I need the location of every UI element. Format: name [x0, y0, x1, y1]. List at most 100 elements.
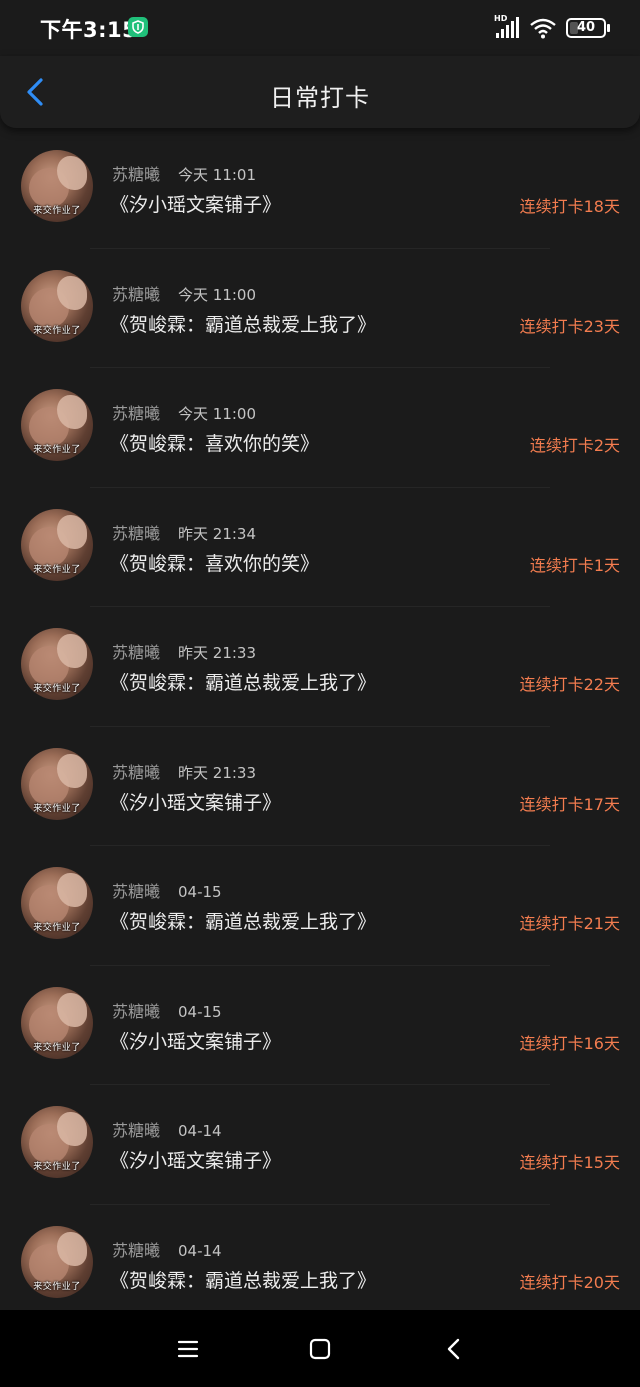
list-item[interactable]: 来交作业了 苏糖曦 今天 11:01 《汐小瑶文案铺子》 连续打卡18天 — [0, 128, 640, 248]
user-name[interactable]: 苏糖曦 — [112, 763, 160, 782]
list-item[interactable]: 来交作业了 苏糖曦 04-15 《贺峻霖：霸道总裁爱上我了》 连续打卡21天 — [0, 845, 640, 965]
checkin-time: 04-14 — [178, 1241, 222, 1260]
checkin-time: 今天 11:01 — [178, 166, 257, 184]
list-item[interactable]: 来交作业了 苏糖曦 今天 11:00 《贺峻霖：霸道总裁爱上我了》 连续打卡23天 — [0, 247, 640, 368]
item-meta: 苏糖曦 04-15 — [112, 998, 222, 1022]
checkin-list[interactable]: 来交作业了 苏糖曦 今天 11:01 《汐小瑶文案铺子》 连续打卡18天 来交作业… — [0, 128, 640, 1310]
avatar-caption: 来交作业了 — [33, 206, 81, 216]
checkin-time: 04-15 — [178, 883, 222, 901]
checkin-time: 04-14 — [178, 1122, 222, 1140]
streak-label: 连续打卡23天 — [519, 316, 620, 336]
item-meta: 苏糖曦 今天 11:01 — [112, 161, 256, 185]
streak-label: 连续打卡15天 — [519, 1153, 620, 1172]
avatar-caption: 来交作业了 — [33, 325, 81, 336]
avatar-caption: 来交作业了 — [33, 1281, 81, 1292]
list-item[interactable]: 来交作业了 苏糖曦 昨天 21:34 《贺峻霖：喜欢你的笑》 连续打卡1天 — [0, 486, 640, 607]
user-name[interactable]: 苏糖曦 — [112, 1002, 160, 1021]
status-bar: 下午3:15 HD 40 — [0, 0, 640, 56]
streak-label: 连续打卡20天 — [519, 1272, 620, 1292]
streak-label: 连续打卡21天 — [519, 914, 620, 933]
wifi-icon — [530, 17, 556, 39]
avatar-hand — [57, 992, 87, 1027]
avatar[interactable]: 来交作业了 — [21, 747, 93, 820]
checkin-time: 04-15 — [178, 1002, 222, 1021]
home-square-icon — [309, 1338, 331, 1360]
status-time: 下午3:15 — [40, 18, 138, 42]
avatar-caption: 来交作业了 — [33, 923, 81, 933]
item-meta: 苏糖曦 04-15 — [112, 878, 222, 902]
signal-icon: HD — [494, 14, 520, 39]
streak-label: 连续打卡2天 — [529, 436, 620, 455]
checkin-time: 昨天 21:33 — [178, 763, 257, 782]
avatar-hand — [57, 275, 87, 310]
checkin-time: 昨天 21:34 — [178, 524, 257, 543]
shield-icon — [128, 17, 148, 37]
item-meta: 苏糖曦 今天 11:00 — [112, 281, 256, 305]
avatar[interactable]: 来交作业了 — [21, 1225, 93, 1298]
item-meta: 苏糖曦 昨天 21:34 — [112, 520, 256, 544]
header-bar: 日常打卡 — [0, 56, 640, 128]
streak-label: 连续打卡17天 — [519, 794, 620, 814]
avatar[interactable]: 来交作业了 — [21, 150, 93, 222]
book-title[interactable]: 《贺峻霖：霸道总裁爱上我了》 — [110, 310, 376, 337]
item-meta: 苏糖曦 04-14 — [112, 1117, 222, 1141]
back-triangle-icon — [447, 1338, 460, 1360]
checkin-time: 今天 11:00 — [178, 405, 257, 423]
avatar[interactable]: 来交作业了 — [21, 269, 93, 342]
avatar-hand — [57, 1231, 87, 1266]
book-title[interactable]: 《贺峻霖：霸道总裁爱上我了》 — [110, 1266, 376, 1293]
avatar[interactable]: 来交作业了 — [21, 389, 93, 461]
avatar-caption: 来交作业了 — [33, 684, 81, 694]
nav-menu-button[interactable] — [175, 1336, 201, 1362]
user-name[interactable]: 苏糖曦 — [112, 1241, 160, 1260]
avatar[interactable]: 来交作业了 — [21, 508, 93, 581]
user-name[interactable]: 苏糖曦 — [112, 1121, 160, 1140]
book-title[interactable]: 《贺峻霖：喜欢你的笑》 — [110, 429, 319, 456]
book-title[interactable]: 《贺峻霖：喜欢你的笑》 — [110, 549, 319, 576]
book-title[interactable]: 《贺峻霖：霸道总裁爱上我了》 — [110, 907, 376, 934]
menu-icon — [177, 1340, 199, 1358]
list-item[interactable]: 来交作业了 苏糖曦 今天 11:00 《贺峻霖：喜欢你的笑》 连续打卡2天 — [0, 367, 640, 487]
battery-level: 40 — [576, 20, 596, 35]
list-item[interactable]: 来交作业了 苏糖曦 昨天 21:33 《汐小瑶文案铺子》 连续打卡17天 — [0, 725, 640, 846]
page-title: 日常打卡 — [270, 84, 370, 112]
streak-label: 连续打卡1天 — [529, 555, 620, 575]
avatar-caption: 来交作业了 — [33, 445, 81, 455]
avatar[interactable]: 来交作业了 — [21, 1106, 93, 1178]
avatar-caption: 来交作业了 — [33, 1042, 81, 1053]
book-title[interactable]: 《汐小瑶文案铺子》 — [110, 1027, 281, 1054]
list-item[interactable]: 来交作业了 苏糖曦 昨天 21:33 《贺峻霖：霸道总裁爱上我了》 连续打卡22天 — [0, 606, 640, 726]
avatar[interactable]: 来交作业了 — [21, 986, 93, 1059]
book-title[interactable]: 《汐小瑶文案铺子》 — [110, 190, 281, 217]
avatar-hand — [57, 753, 87, 788]
user-name[interactable]: 苏糖曦 — [112, 165, 160, 184]
system-nav-bar — [0, 1310, 640, 1387]
item-meta: 苏糖曦 04-14 — [112, 1237, 222, 1261]
list-item[interactable]: 来交作业了 苏糖曦 04-14 《贺峻霖：霸道总裁爱上我了》 连续打卡20天 — [0, 1203, 640, 1311]
item-meta: 苏糖曦 今天 11:00 — [112, 400, 256, 424]
checkin-time: 昨天 21:33 — [178, 644, 257, 662]
book-title[interactable]: 《汐小瑶文案铺子》 — [110, 1146, 281, 1173]
streak-label: 连续打卡18天 — [519, 197, 620, 216]
battery-icon: 40 — [566, 18, 610, 38]
user-name[interactable]: 苏糖曦 — [112, 643, 160, 662]
list-item[interactable]: 来交作业了 苏糖曦 04-15 《汐小瑶文案铺子》 连续打卡16天 — [0, 964, 640, 1085]
book-title[interactable]: 《汐小瑶文案铺子》 — [110, 788, 281, 815]
streak-label: 连续打卡16天 — [519, 1033, 620, 1053]
user-name[interactable]: 苏糖曦 — [112, 882, 160, 901]
user-name[interactable]: 苏糖曦 — [112, 285, 160, 304]
avatar-hand — [57, 514, 87, 549]
streak-label: 连续打卡22天 — [519, 675, 620, 694]
nav-home-button[interactable] — [307, 1336, 333, 1362]
avatar[interactable]: 来交作业了 — [21, 867, 93, 939]
nav-back-button[interactable] — [441, 1336, 467, 1362]
list-item[interactable]: 来交作业了 苏糖曦 04-14 《汐小瑶文案铺子》 连续打卡15天 — [0, 1084, 640, 1204]
user-name[interactable]: 苏糖曦 — [112, 404, 160, 423]
user-name[interactable]: 苏糖曦 — [112, 524, 160, 543]
avatar[interactable]: 来交作业了 — [21, 628, 93, 700]
status-icons: HD 40 — [494, 14, 610, 41]
avatar-caption: 来交作业了 — [33, 564, 81, 575]
avatar-caption: 来交作业了 — [33, 803, 81, 814]
checkin-time: 今天 11:00 — [178, 285, 257, 304]
book-title[interactable]: 《贺峻霖：霸道总裁爱上我了》 — [110, 668, 376, 695]
